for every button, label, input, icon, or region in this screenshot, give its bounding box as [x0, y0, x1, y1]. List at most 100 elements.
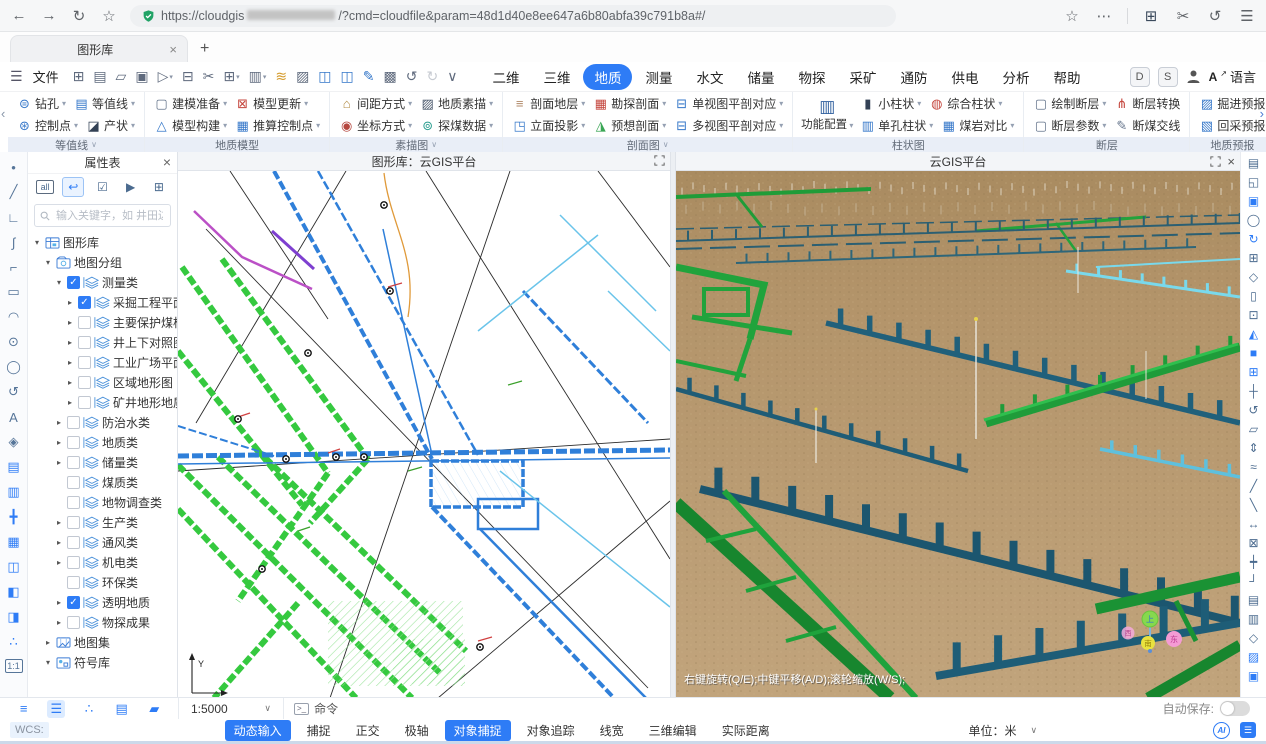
- tree-item[interactable]: 煤质类: [28, 472, 177, 492]
- copy-icon[interactable]: ⊞▾: [223, 68, 239, 85]
- rows-icon[interactable]: ◨: [2, 605, 26, 629]
- tree-item[interactable]: ▸储量类: [28, 452, 177, 472]
- panel-close-icon[interactable]: ×: [163, 154, 171, 170]
- expand-arrow-icon[interactable]: ▸: [54, 458, 64, 467]
- layer-checkbox[interactable]: [67, 556, 80, 569]
- ribbon-button[interactable]: ⋔断层转换: [1110, 95, 1184, 112]
- badge-d-button[interactable]: D: [1130, 67, 1150, 87]
- tree-item[interactable]: ▸通风类: [28, 532, 177, 552]
- tree-item[interactable]: ▸主要保护煤柱图: [28, 312, 177, 332]
- expand-arrow-icon[interactable]: ▸: [65, 358, 75, 367]
- copy-list-button[interactable]: ⊞: [149, 178, 169, 196]
- ribbon-group-label[interactable]: 等值线∨: [8, 137, 144, 152]
- ribbon-group-label[interactable]: 素描图∨: [330, 137, 502, 152]
- region-select-icon[interactable]: ⊠: [1243, 533, 1265, 552]
- text-tool-icon[interactable]: A: [2, 405, 26, 429]
- tree-item[interactable]: ▸机电类: [28, 552, 177, 572]
- ribbon-button[interactable]: ▢断层参数▾: [1029, 117, 1110, 134]
- scatter-icon[interactable]: ∴: [2, 630, 26, 654]
- drafting-toggle[interactable]: 线宽: [591, 720, 633, 741]
- tree-item[interactable]: ▸地图集: [28, 632, 177, 652]
- tree-item[interactable]: ▸防治水类: [28, 412, 177, 432]
- hatch-icon[interactable]: ▨: [1243, 647, 1265, 666]
- drafting-toggle[interactable]: 正交: [347, 720, 389, 741]
- expand-arrow-icon[interactable]: ▸: [54, 618, 64, 627]
- ribbon-group-label[interactable]: 地质模型: [145, 137, 329, 152]
- region-tool-icon[interactable]: ⌐: [2, 255, 26, 279]
- layers-color-icon[interactable]: ≋: [275, 68, 287, 85]
- ribbon-scroll-left-icon[interactable]: ‹: [1, 106, 5, 121]
- forward-icon[interactable]: →: [40, 7, 58, 25]
- layer-checkbox[interactable]: [67, 616, 80, 629]
- tree-item[interactable]: 环保类: [28, 572, 177, 592]
- save-icon[interactable]: ▣: [135, 68, 148, 85]
- file-menu[interactable]: 文件: [33, 67, 59, 86]
- tree-item[interactable]: ▾符号库: [28, 652, 177, 672]
- tab-close-icon[interactable]: ×: [169, 42, 177, 57]
- layer-checkbox[interactable]: [67, 436, 80, 449]
- layer-checkbox[interactable]: ✓: [67, 596, 80, 609]
- ribbon-button[interactable]: ⊚探煤数据▾: [416, 117, 497, 134]
- ribbon-button[interactable]: ▨地质素描▾: [416, 95, 497, 112]
- align-bottom-icon[interactable]: ◫: [2, 555, 26, 579]
- expand-arrow-icon[interactable]: ▸: [54, 418, 64, 427]
- ribbon-button[interactable]: ◳立面投影▾: [508, 117, 589, 134]
- user-account-icon[interactable]: [1186, 69, 1201, 84]
- circle-select-icon[interactable]: ◯: [1243, 210, 1265, 229]
- menu-item[interactable]: 储量: [736, 64, 785, 90]
- tree-item[interactable]: ▸区域地形图: [28, 372, 177, 392]
- layer-checkbox[interactable]: [78, 316, 91, 329]
- tab-graphics-library[interactable]: 图形库 ×: [10, 35, 188, 62]
- brush-icon[interactable]: ✎: [363, 68, 375, 85]
- drafting-toggle[interactable]: 三维编辑: [640, 720, 706, 741]
- fillet-icon[interactable]: ┘: [1243, 571, 1265, 590]
- expand-arrow-icon[interactable]: ▸: [65, 378, 75, 387]
- drafting-toggle[interactable]: 极轴: [396, 720, 438, 741]
- command-input[interactable]: >_ 命令: [283, 698, 348, 719]
- distribute-icon[interactable]: ╋: [2, 505, 26, 529]
- copy-clip-icon[interactable]: ▤: [1243, 590, 1265, 609]
- rect-select-icon[interactable]: ▣: [1243, 191, 1265, 210]
- cube-icon[interactable]: ◇: [1243, 267, 1265, 286]
- ribbon-button[interactable]: ▦推算控制点▾: [231, 117, 324, 134]
- tree-item[interactable]: ▸生产类: [28, 512, 177, 532]
- list-view-button[interactable]: ≡: [15, 700, 33, 718]
- expand-arrow-icon[interactable]: ▸: [54, 558, 64, 567]
- copy-object-icon[interactable]: ⊡: [1243, 305, 1265, 324]
- tree-item[interactable]: ▸地质类: [28, 432, 177, 452]
- layer-checkbox[interactable]: [78, 356, 91, 369]
- ribbon-button[interactable]: △模型构建▾: [150, 117, 231, 134]
- arc-tool-icon[interactable]: ◠: [2, 305, 26, 329]
- notes-button[interactable]: ☰: [1240, 722, 1256, 738]
- move-icon[interactable]: ┼: [1243, 381, 1265, 400]
- filter-all-button[interactable]: all: [36, 180, 54, 194]
- properties-icon[interactable]: ▤: [1243, 153, 1265, 172]
- spline-tool-icon[interactable]: ∫: [2, 230, 26, 254]
- ribbon-button[interactable]: ◉坐标方式▾: [335, 117, 416, 134]
- layer-checkbox[interactable]: ✓: [67, 276, 80, 289]
- tree-item[interactable]: ▸工业广场平面图: [28, 352, 177, 372]
- tree-item[interactable]: ▸矿井地形地质图: [28, 392, 177, 412]
- menu-item[interactable]: 采矿: [838, 64, 887, 90]
- reload-icon[interactable]: ↻: [70, 7, 88, 25]
- ribbon-button[interactable]: ◍综合柱状▾: [925, 95, 1006, 112]
- tree-item[interactable]: ▸✓透明地质: [28, 592, 177, 612]
- line-tool-icon[interactable]: ╱: [2, 180, 26, 204]
- layer-checkbox[interactable]: [67, 416, 80, 429]
- expand-arrow-icon[interactable]: ▸: [54, 598, 64, 607]
- ellipse-tool-icon[interactable]: ◯: [2, 355, 26, 379]
- export-icon[interactable]: ▷▾: [158, 68, 173, 85]
- address-bar[interactable]: https://cloudgis/?cmd=cloudfile&param=48…: [130, 5, 896, 27]
- rect-tool-icon[interactable]: ▭: [2, 280, 26, 304]
- expand-arrow-icon[interactable]: ▸: [65, 318, 75, 327]
- expand-arrow-icon[interactable]: ▾: [54, 278, 64, 287]
- box-3d-icon[interactable]: ◇: [1243, 628, 1265, 647]
- view-2d[interactable]: 图形库：云GIS平台: [178, 152, 670, 697]
- pointer-select-button[interactable]: ▶: [121, 178, 141, 196]
- reselect-icon[interactable]: ↻: [1243, 229, 1265, 248]
- polyline-tool-icon[interactable]: ∟: [2, 205, 26, 229]
- app-menu-icon[interactable]: ☰: [10, 68, 23, 85]
- tree-item[interactable]: ▾地图分组: [28, 252, 177, 272]
- badge-s-button[interactable]: S: [1158, 67, 1178, 87]
- document-button[interactable]: ▤: [113, 700, 131, 718]
